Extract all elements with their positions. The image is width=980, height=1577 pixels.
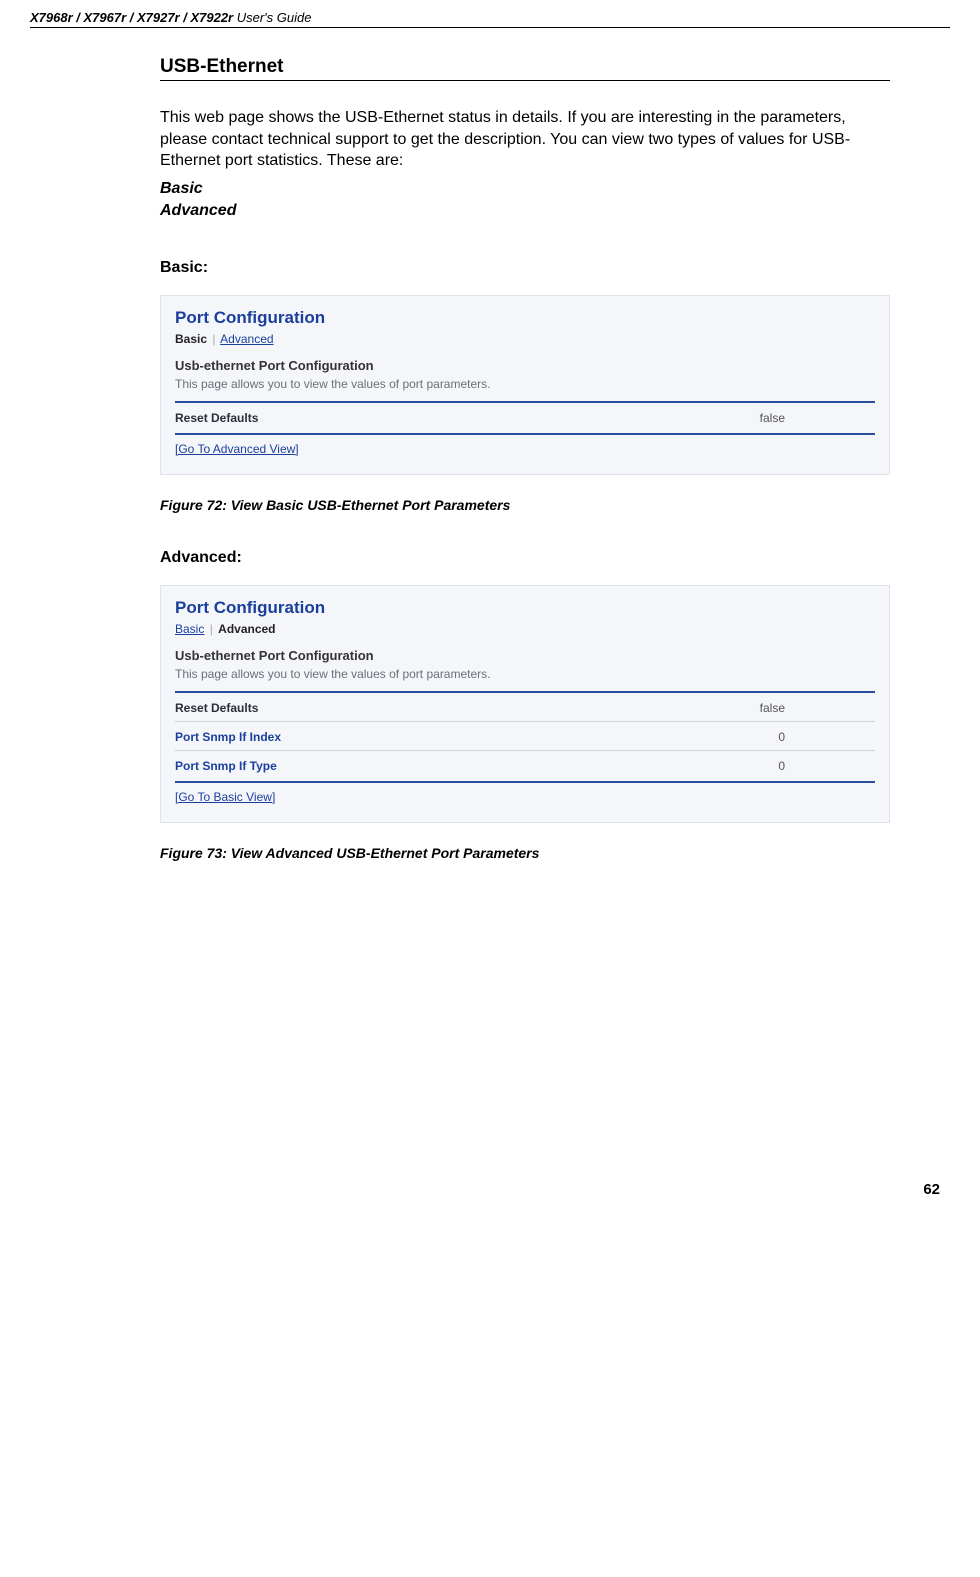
basic-subtitle: Usb-ethernet Port Configuration [175,358,875,373]
goto-advanced-link[interactable]: [Go To Advanced View] [175,442,299,456]
basic-tabs: Basic | Advanced [175,332,875,346]
goto-basic: [Go To Basic View] [175,789,875,804]
row-value: false [760,701,875,715]
tab-basic-active: Basic [175,332,207,346]
doc-header: X7968r / X7967r / X7927r / X7922r User's… [30,10,950,27]
intro-text: This web page shows the USB-Ethernet sta… [160,107,890,172]
basic-desc: This page allows you to view the values … [175,377,875,391]
doc-header-suffix: User's Guide [233,10,311,25]
table-row: Reset Defaults false [175,407,875,429]
basic-heading: Basic: [160,259,890,277]
type-advanced: Advanced [160,200,890,222]
section-title: USB-Ethernet [160,56,890,81]
doc-models: X7968r / X7967r / X7927r / X7922r [30,10,233,25]
row-value: false [760,411,875,425]
page-number: 62 [30,1181,950,1198]
tab-basic-link[interactable]: Basic [175,622,204,636]
table-row: Reset Defaults false [175,697,875,719]
row-value: 0 [778,759,875,773]
divider [175,433,875,435]
advanced-panel: Port Configuration Basic | Advanced Usb-… [160,585,890,823]
panel-title: Port Configuration [175,308,875,328]
row-label: Port Snmp If Type [175,759,277,773]
row-value: 0 [778,730,875,744]
tab-separator: | [210,332,217,346]
header-rule [30,27,950,28]
figure-72-caption: Figure 72: View Basic USB-Ethernet Port … [160,497,890,513]
divider [175,781,875,783]
advanced-heading: Advanced: [160,549,890,567]
tab-advanced-active: Advanced [218,622,275,636]
advanced-tabs: Basic | Advanced [175,622,875,636]
panel-title: Port Configuration [175,598,875,618]
divider [175,691,875,693]
row-label: Reset Defaults [175,411,258,425]
divider [175,401,875,403]
table-row: Port Snmp If Index 0 [175,726,875,748]
advanced-desc: This page allows you to view the values … [175,667,875,681]
advanced-subtitle: Usb-ethernet Port Configuration [175,648,875,663]
tab-separator: | [208,622,215,636]
row-label: Port Snmp If Index [175,730,281,744]
basic-panel: Port Configuration Basic | Advanced Usb-… [160,295,890,475]
tab-advanced-link[interactable]: Advanced [220,332,273,346]
table-row: Port Snmp If Type 0 [175,755,875,777]
figure-73-caption: Figure 73: View Advanced USB-Ethernet Po… [160,845,890,861]
page-content: USB-Ethernet This web page shows the USB… [30,56,950,861]
row-label: Reset Defaults [175,701,258,715]
divider [175,750,875,751]
type-basic: Basic [160,178,890,200]
goto-advanced: [Go To Advanced View] [175,441,875,456]
divider [175,721,875,722]
goto-basic-link[interactable]: [Go To Basic View] [175,790,275,804]
